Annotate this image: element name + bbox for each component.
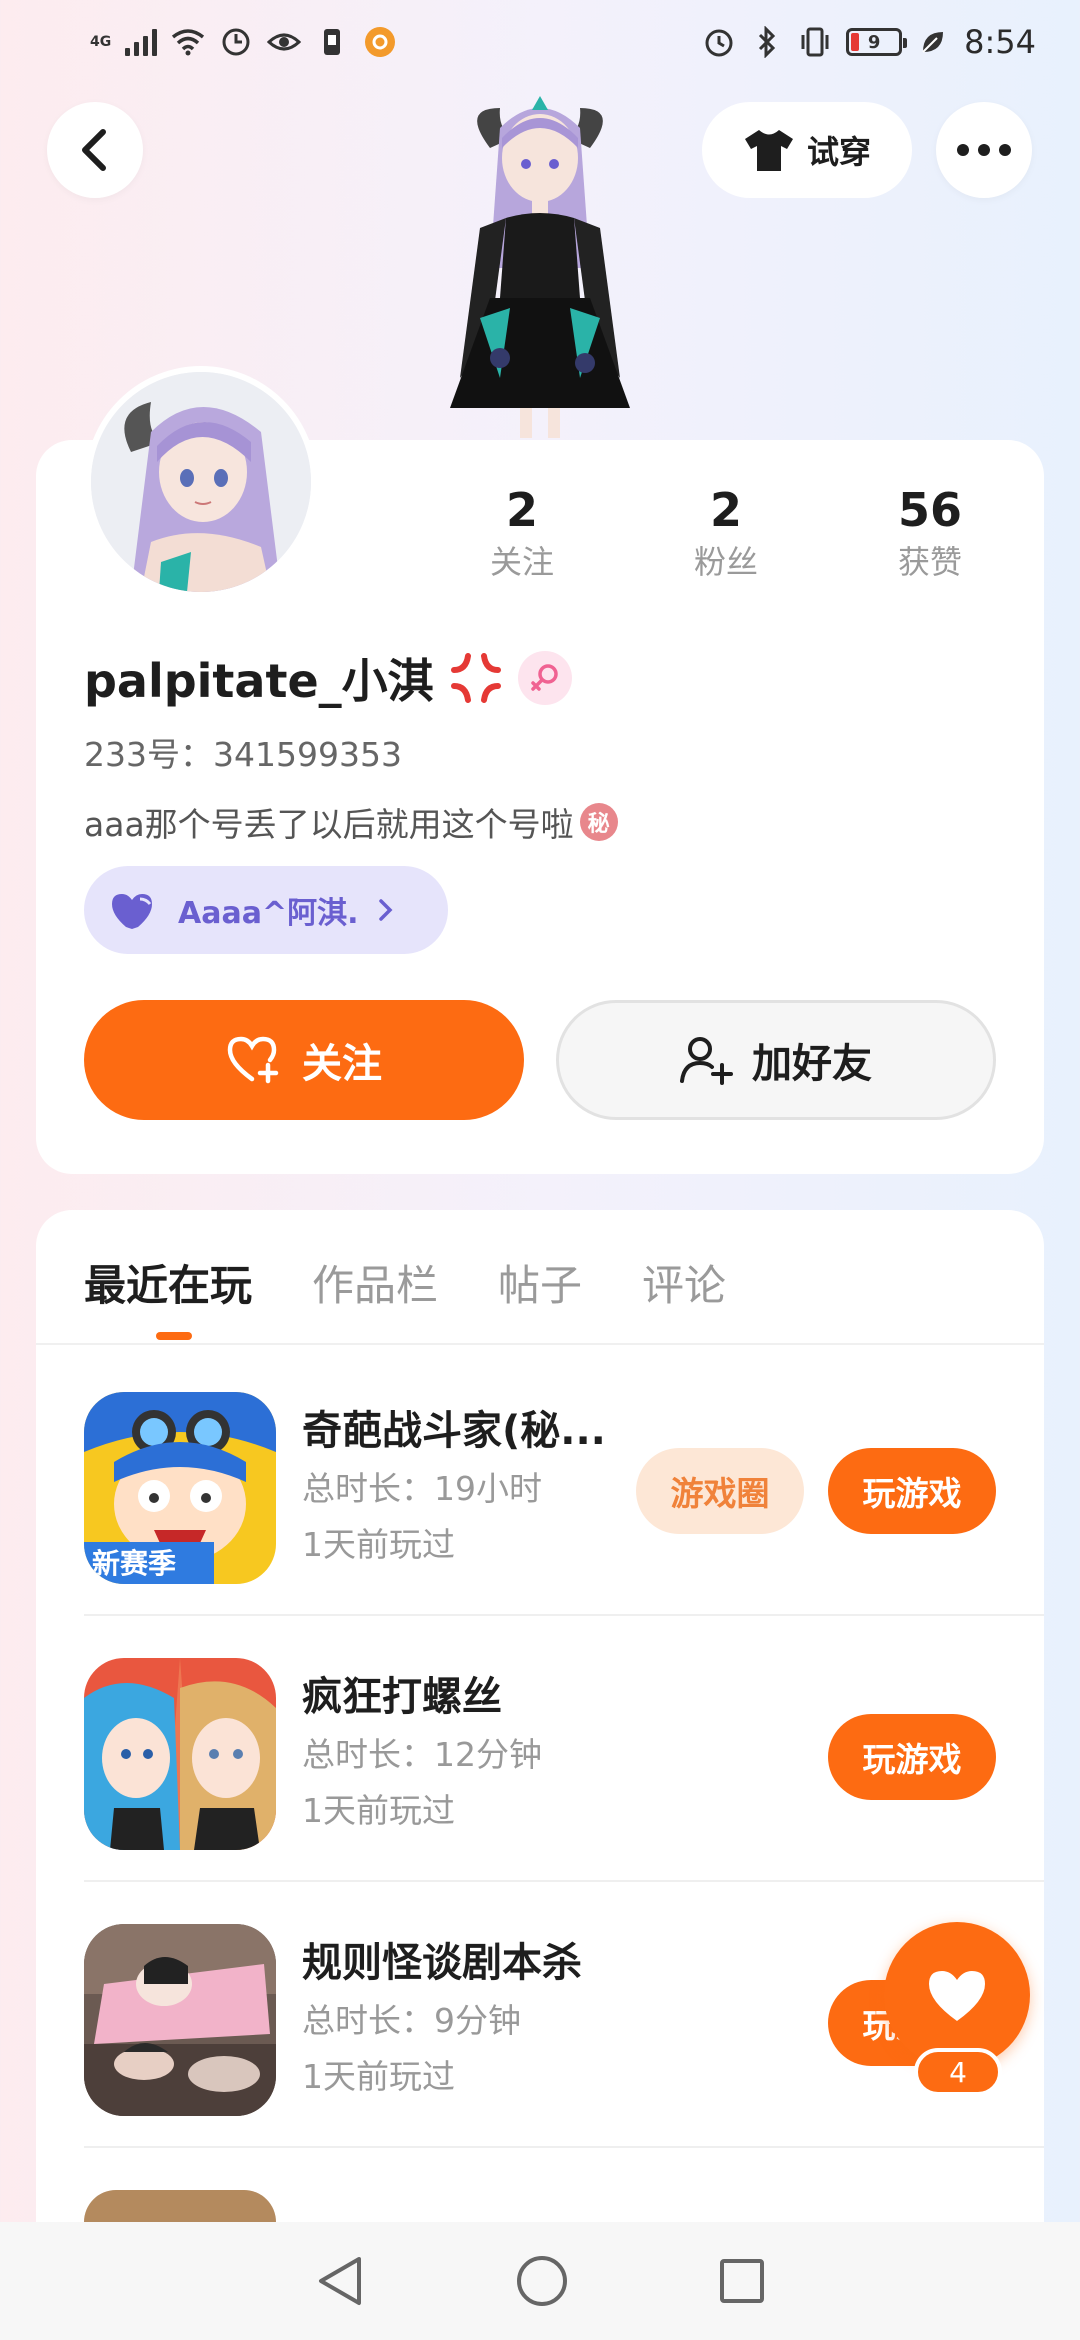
stat-likes-label: 获赞	[897, 543, 962, 581]
row-divider	[84, 2146, 1044, 2148]
username-row: palpitate_小淇	[84, 644, 572, 712]
system-nav-bar	[0, 2222, 1080, 2340]
game-duration: 总时长：9分钟	[302, 2001, 521, 2040]
heart-icon	[929, 1971, 985, 2021]
status-bar: 4G 9 8:54	[0, 0, 1080, 84]
follow-label: 关注	[302, 1041, 382, 1087]
status-right: 9 8:54	[702, 18, 1036, 66]
game-icon-rules[interactable]	[84, 1924, 276, 2116]
user-id: 233号：341599353	[84, 735, 402, 774]
game-icon-partial	[84, 2190, 276, 2222]
game-icon-screw[interactable]	[84, 1658, 276, 1850]
game-row[interactable]: 疯狂打螺丝 总时长：12分钟 1天前玩过 玩游戏	[84, 1616, 1044, 1882]
game-icon-qipa[interactable]: 新赛季	[84, 1392, 276, 1584]
secret-badge: 秘	[579, 803, 618, 841]
try-on-label: 试穿	[806, 133, 871, 171]
heart-plus-icon	[227, 1036, 279, 1084]
follow-button[interactable]: 关注	[84, 1000, 524, 1120]
fan-group-chip[interactable]: Aaaa^阿淇.	[84, 866, 448, 954]
game-icon-tag: 新赛季	[92, 1547, 177, 1580]
avatar[interactable]	[85, 366, 317, 598]
vibrate-icon	[798, 25, 832, 59]
game-circle-button[interactable]: 游戏圈	[636, 1448, 804, 1534]
tab-works[interactable]: 作品栏	[312, 1252, 438, 1313]
battery-icon: 9	[846, 28, 908, 56]
anger-emoji-icon	[450, 653, 501, 703]
game-duration: 总时长：12分钟	[302, 1735, 542, 1774]
eye-icon	[267, 25, 302, 59]
heart-icon	[112, 894, 152, 929]
game-name: 奇葩战斗家(秘...	[302, 1408, 606, 1454]
network-type: 4G	[90, 34, 112, 50]
tab-bar: 最近在玩 作品栏 帖子 评论	[84, 1244, 726, 1320]
battery-level: 9	[867, 31, 881, 53]
like-count-badge: 4	[914, 2048, 1002, 2096]
game-last-played: 1天前玩过	[302, 2057, 455, 2096]
stat-following[interactable]: 2 关注	[452, 482, 592, 586]
bio-text: aaa那个号丢了以后就用这个号啦	[84, 805, 574, 844]
more-button[interactable]	[936, 102, 1032, 198]
home-circle-icon[interactable]	[514, 2253, 570, 2309]
tab-posts[interactable]: 帖子	[498, 1252, 582, 1313]
data-saver-icon	[219, 25, 253, 59]
sim-icon	[315, 25, 349, 59]
gender-female-icon	[517, 651, 572, 705]
stat-likes[interactable]: 56 获赞	[860, 482, 1000, 586]
add-friend-button[interactable]: 加好友	[556, 1000, 996, 1120]
game-last-played: 1天前玩过	[302, 1525, 455, 1564]
back-button[interactable]	[47, 102, 143, 198]
app-notify-icon	[363, 25, 397, 59]
bio: aaa那个号丢了以后就用这个号啦 秘	[84, 798, 618, 846]
tshirt-icon	[744, 130, 793, 171]
recents-square-icon[interactable]	[717, 2256, 767, 2306]
stat-following-label: 关注	[489, 543, 554, 581]
signal-icon	[125, 28, 158, 56]
more-dots-icon	[957, 144, 1011, 156]
game-duration: 总时长：19小时	[302, 1469, 542, 1508]
clock: 8:54	[964, 23, 1036, 61]
add-friend-label: 加好友	[752, 1041, 872, 1087]
status-left: 4G	[90, 22, 397, 62]
play-game-button[interactable]: 玩游戏	[828, 1448, 996, 1534]
game-row[interactable]: 新赛季 奇葩战斗家(秘... 总时长：19小时 1天前玩过 游戏圈 玩游戏	[84, 1350, 1044, 1616]
game-name: 规则怪谈剧本杀	[302, 1940, 582, 1986]
like-button[interactable]	[884, 1922, 1030, 2068]
tab-recently-played[interactable]: 最近在玩	[84, 1252, 252, 1313]
fan-group-label: Aaaa^阿淇.	[178, 896, 359, 931]
game-name: 疯狂打螺丝	[302, 1674, 502, 1720]
stat-fans[interactable]: 2 粉丝	[656, 482, 796, 586]
avatar-3d-character[interactable]	[420, 78, 660, 438]
tab-comments[interactable]: 评论	[642, 1252, 726, 1313]
try-on-button[interactable]: 试穿	[702, 102, 912, 198]
stat-following-value: 2	[505, 483, 538, 537]
tabs-divider	[36, 1343, 1044, 1345]
username: palpitate_小淇	[84, 654, 434, 708]
stat-fans-label: 粉丝	[693, 543, 758, 581]
alarm-icon	[702, 25, 736, 59]
back-arrow-icon	[82, 129, 106, 171]
add-user-icon	[680, 1037, 733, 1085]
bluetooth-icon	[750, 25, 784, 59]
tab-indicator	[156, 1332, 192, 1340]
stat-likes-value: 56	[897, 483, 962, 537]
game-last-played: 1天前玩过	[302, 1791, 455, 1830]
chevron-right-icon	[379, 899, 393, 921]
play-game-button[interactable]: 玩游戏	[828, 1714, 996, 1800]
wifi-icon	[171, 25, 205, 59]
leaf-icon	[916, 25, 950, 59]
back-triangle-icon[interactable]	[313, 2253, 367, 2309]
stat-fans-value: 2	[709, 483, 742, 537]
